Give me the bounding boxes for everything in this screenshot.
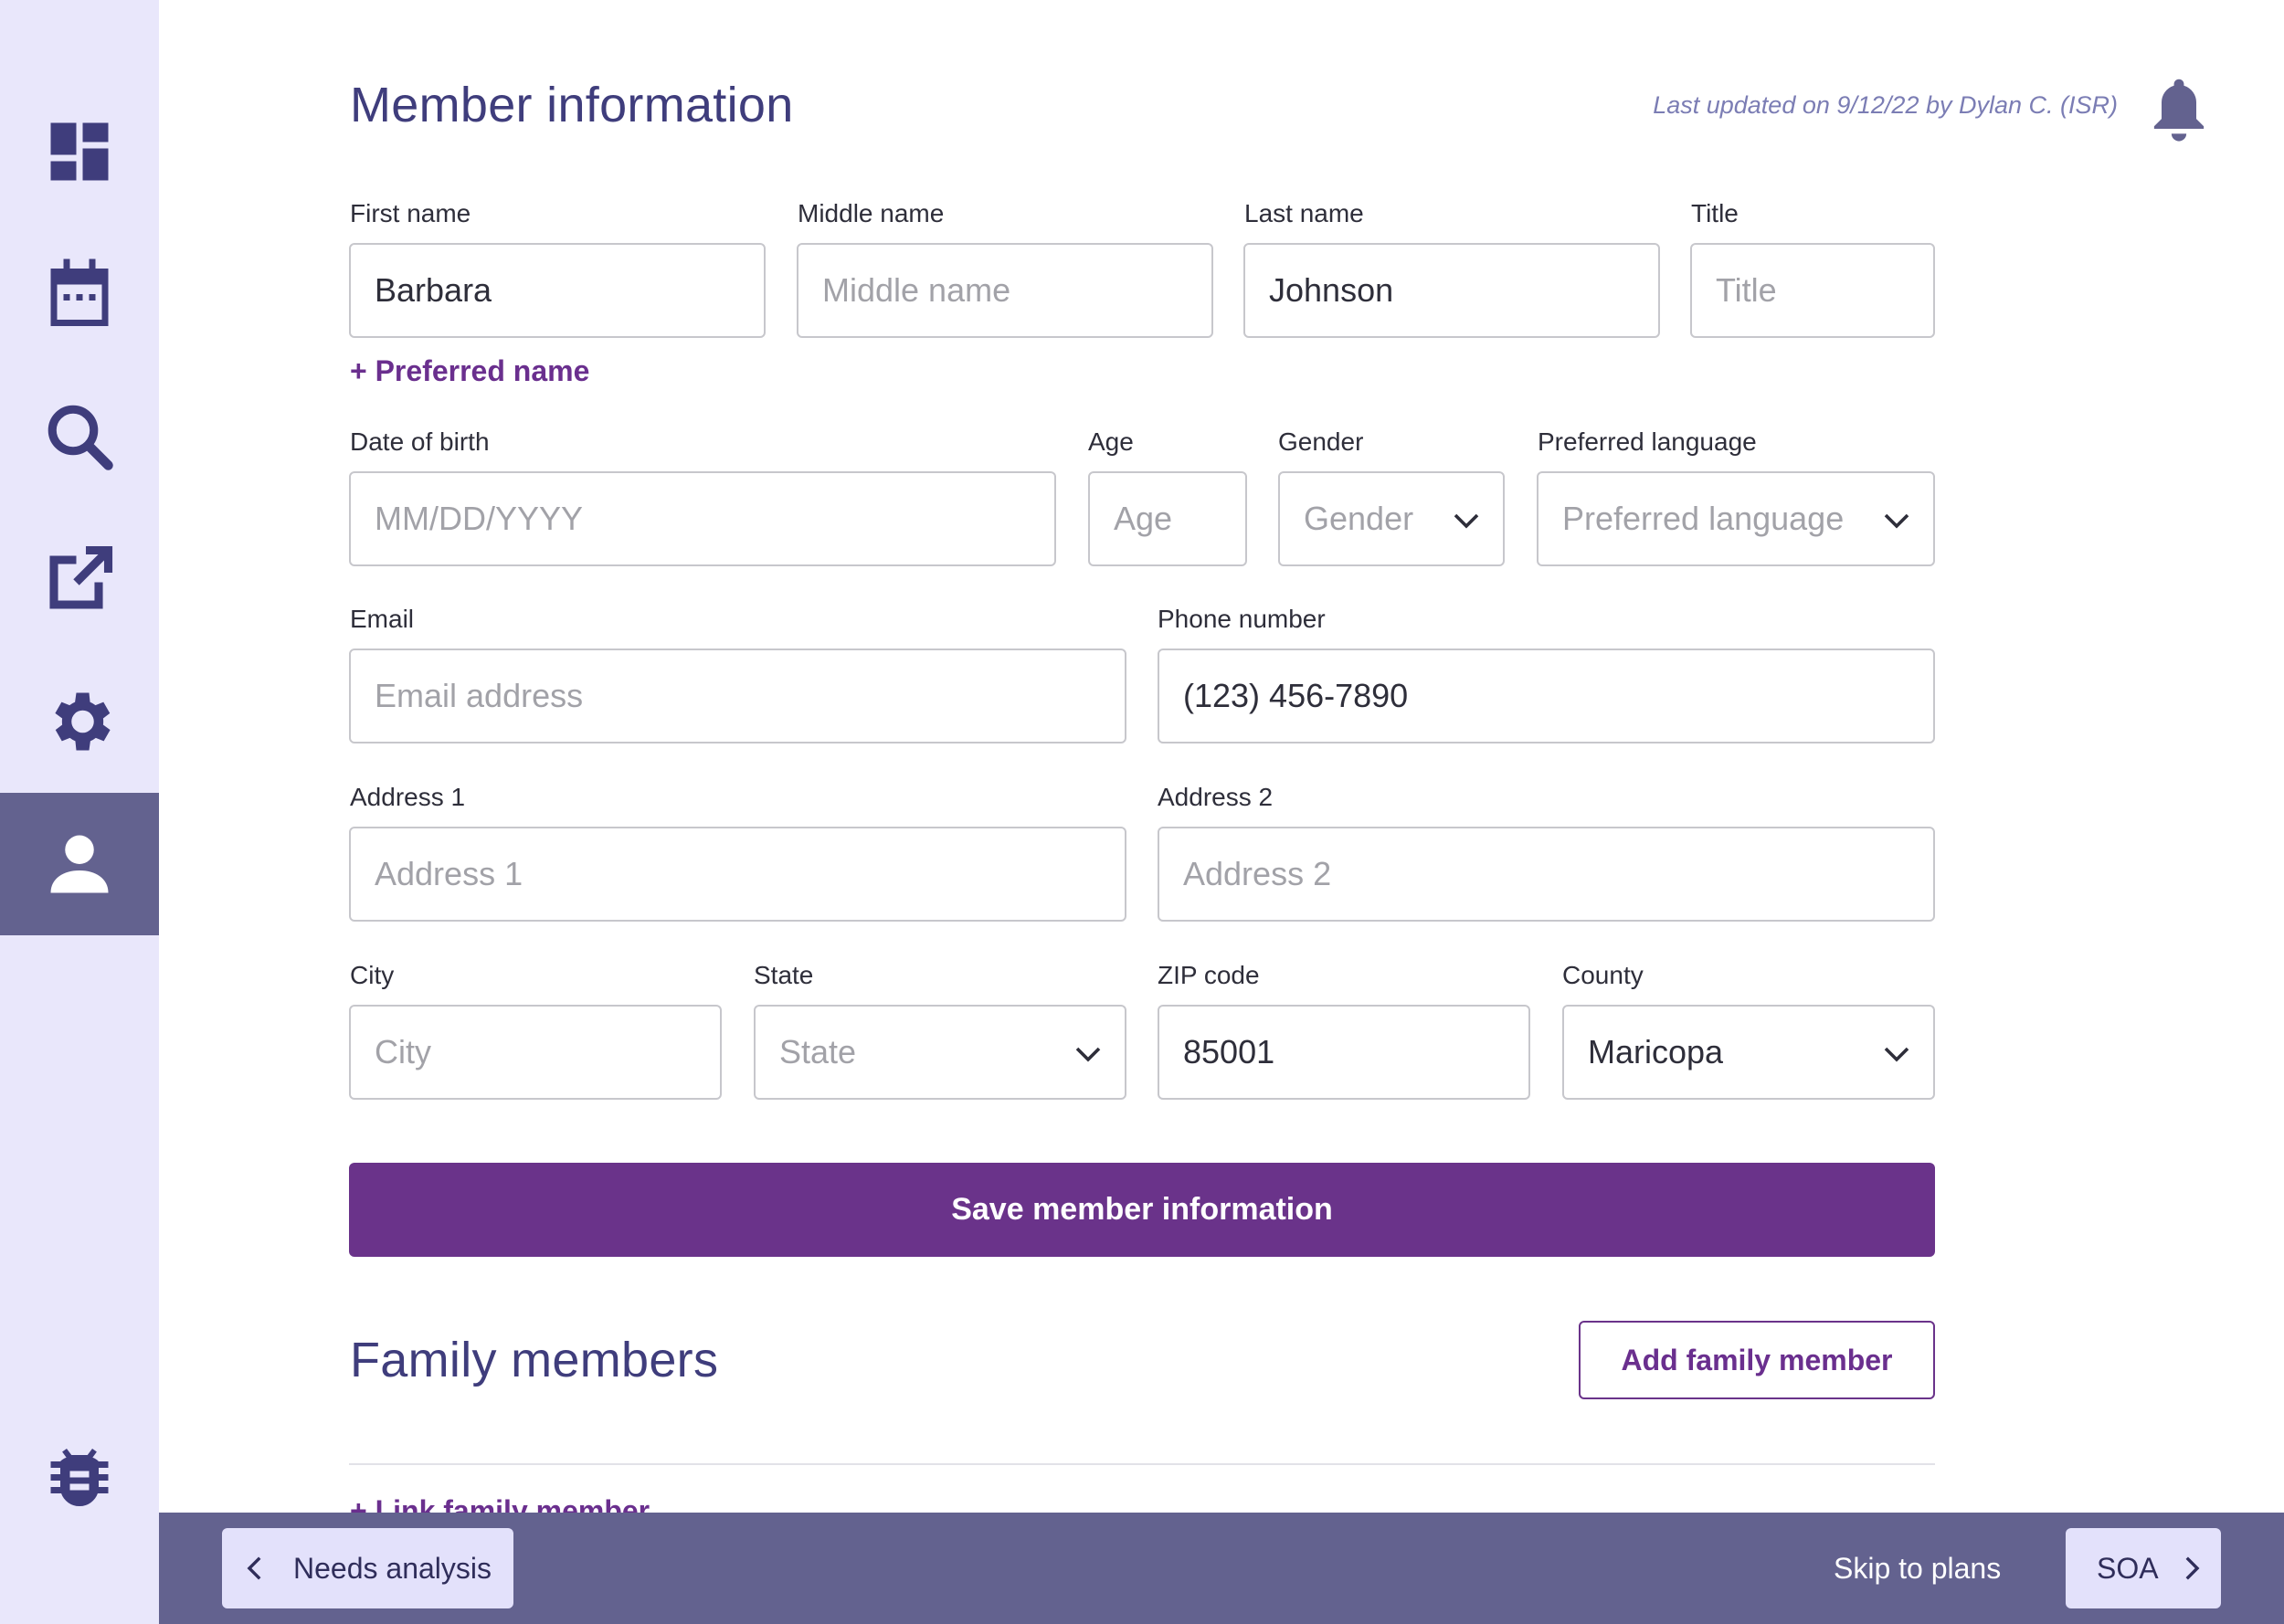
external-link-icon xyxy=(49,545,113,609)
next-button-label: SOA xyxy=(2097,1551,2159,1585)
back-button[interactable]: Needs analysis xyxy=(222,1528,513,1608)
first-name-value: Barbara xyxy=(375,271,492,309)
zip-value: 85001 xyxy=(1183,1033,1275,1070)
nav-calendar[interactable] xyxy=(0,223,159,365)
preferred-name-link[interactable]: + Preferred name xyxy=(350,354,589,388)
link-family-member-link[interactable]: + Link family member xyxy=(350,1494,650,1513)
save-member-button[interactable]: Save member information xyxy=(349,1163,1935,1257)
age-placeholder: Age xyxy=(1114,500,1173,537)
zip-field[interactable]: 85001 xyxy=(1158,1005,1530,1100)
divider xyxy=(349,1463,1935,1465)
family-members-title: Family members xyxy=(350,1333,719,1387)
calendar-icon xyxy=(50,258,109,326)
phone-label: Phone number xyxy=(1158,605,1326,633)
title-label: Title xyxy=(1691,199,1739,227)
last-updated-text: Last updated on 9/12/22 by Dylan C. (ISR… xyxy=(1653,91,2118,119)
email-field[interactable]: Email address xyxy=(349,649,1126,743)
dob-label: Date of birth xyxy=(350,427,490,456)
title-placeholder: Title xyxy=(1716,271,1777,309)
preferred-language-select[interactable]: Preferred language xyxy=(1537,471,1935,566)
search-icon xyxy=(48,405,113,470)
email-label: Email xyxy=(350,605,415,633)
dashboard-icon xyxy=(50,122,109,181)
nav-search[interactable] xyxy=(0,365,159,508)
phone-value: (123) 456-7890 xyxy=(1183,677,1409,714)
preferred-language-label: Preferred language xyxy=(1538,427,1757,456)
nav-dashboard[interactable] xyxy=(0,80,159,223)
age-label: Age xyxy=(1088,427,1134,456)
chevron-right-icon xyxy=(2185,1556,2200,1580)
bell-icon[interactable] xyxy=(2149,77,2209,146)
middle-name-placeholder: Middle name xyxy=(822,271,1011,309)
skip-to-plans-link[interactable]: Skip to plans xyxy=(1834,1513,2001,1624)
user-icon xyxy=(50,835,109,893)
age-field[interactable]: Age xyxy=(1088,471,1247,566)
county-label: County xyxy=(1562,961,1644,989)
last-name-value: Johnson xyxy=(1269,271,1394,309)
chevron-down-icon xyxy=(1884,513,1909,529)
address2-label: Address 2 xyxy=(1158,783,1274,811)
city-label: City xyxy=(350,961,395,989)
sidebar xyxy=(0,0,159,1624)
address2-field[interactable]: Address 2 xyxy=(1158,827,1935,922)
chevron-left-icon xyxy=(247,1556,261,1580)
city-placeholder: City xyxy=(375,1033,431,1070)
address2-placeholder: Address 2 xyxy=(1183,855,1332,892)
page-title: Member information xyxy=(350,78,794,132)
preferred-language-placeholder: Preferred language xyxy=(1562,500,1845,537)
footer-nav: Needs analysis Skip to plans SOA xyxy=(159,1513,2284,1624)
address1-placeholder: Address 1 xyxy=(375,855,523,892)
email-placeholder: Email address xyxy=(375,677,584,714)
title-field[interactable]: Title xyxy=(1690,243,1935,338)
gender-select[interactable]: Gender xyxy=(1278,471,1505,566)
gender-label: Gender xyxy=(1278,427,1364,456)
state-label: State xyxy=(754,961,814,989)
gender-placeholder: Gender xyxy=(1304,500,1414,537)
main-content: Member information Last updated on 9/12/… xyxy=(159,0,2284,1513)
zip-label: ZIP code xyxy=(1158,961,1260,989)
chevron-down-icon xyxy=(1884,1047,1909,1062)
last-name-field[interactable]: Johnson xyxy=(1243,243,1660,338)
state-select[interactable]: State xyxy=(754,1005,1126,1100)
nav-member[interactable] xyxy=(0,793,159,935)
address1-label: Address 1 xyxy=(350,783,466,811)
middle-name-field[interactable]: Middle name xyxy=(797,243,1213,338)
middle-name-label: Middle name xyxy=(798,199,945,227)
first-name-field[interactable]: Barbara xyxy=(349,243,766,338)
nav-bug-report[interactable] xyxy=(0,1403,159,1545)
city-field[interactable]: City xyxy=(349,1005,722,1100)
back-button-label: Needs analysis xyxy=(293,1551,492,1585)
nav-settings[interactable] xyxy=(0,650,159,793)
state-placeholder: State xyxy=(779,1033,857,1070)
phone-field[interactable]: (123) 456-7890 xyxy=(1158,649,1935,743)
add-family-member-button[interactable]: Add family member xyxy=(1579,1321,1935,1399)
county-value: Maricopa xyxy=(1588,1033,1724,1070)
nav-external-link[interactable] xyxy=(0,508,159,650)
chevron-down-icon xyxy=(1454,513,1479,529)
bug-icon xyxy=(50,1449,109,1507)
last-name-label: Last name xyxy=(1244,199,1364,227)
first-name-label: First name xyxy=(350,199,471,227)
dob-placeholder: MM/DD/YYYY xyxy=(375,500,584,537)
county-select[interactable]: Maricopa xyxy=(1562,1005,1935,1100)
chevron-down-icon xyxy=(1075,1047,1101,1062)
next-button[interactable]: SOA xyxy=(2066,1528,2221,1608)
dob-field[interactable]: MM/DD/YYYY xyxy=(349,471,1056,566)
gear-icon xyxy=(55,692,111,751)
address1-field[interactable]: Address 1 xyxy=(349,827,1126,922)
